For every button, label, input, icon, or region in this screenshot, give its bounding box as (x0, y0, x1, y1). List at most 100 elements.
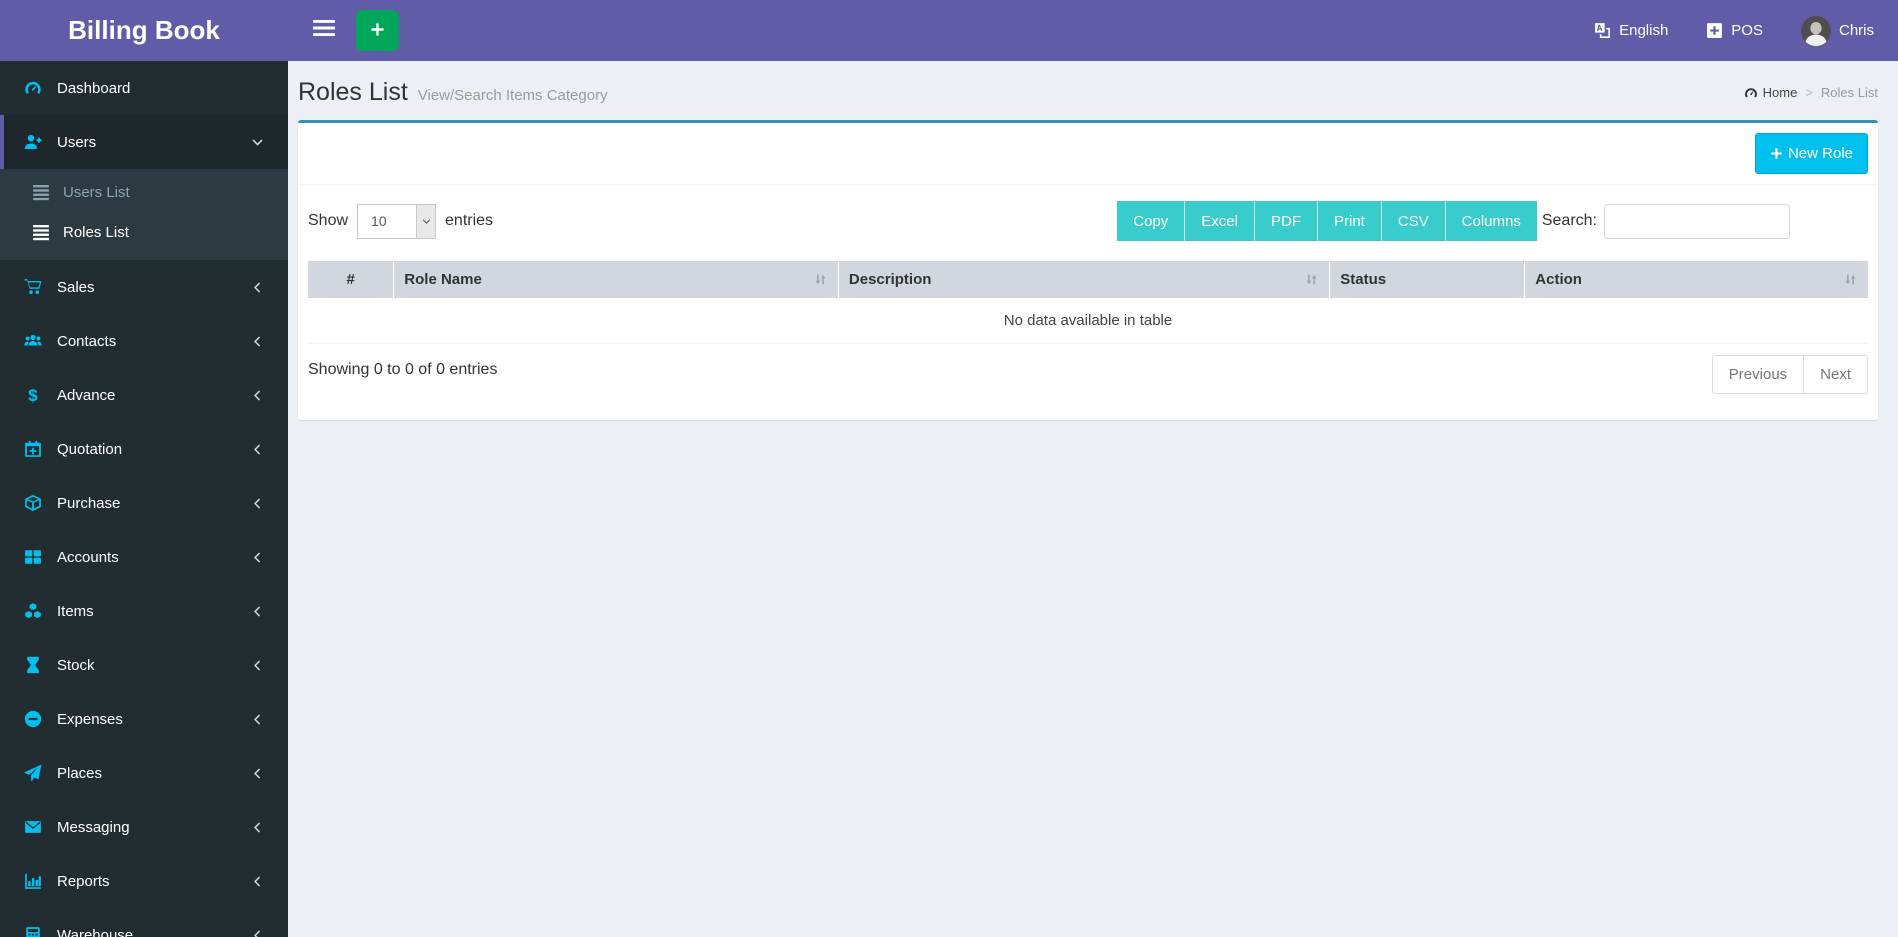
language-menu[interactable]: English (1594, 22, 1668, 39)
sidebar-item-messaging[interactable]: Messaging (0, 800, 288, 854)
cart-icon (24, 278, 44, 296)
table-empty-row: No data available in table (308, 298, 1868, 344)
sidebar-toggle-button[interactable] (306, 11, 342, 51)
avatar (1800, 15, 1831, 46)
sidebar-item-reports[interactable]: Reports (0, 854, 288, 908)
previous-page-button[interactable]: Previous (1711, 355, 1805, 394)
roles-table: # Role Name Description Status Action No… (308, 261, 1868, 344)
paper-plane-icon (24, 764, 44, 782)
sidebar-item-purchase[interactable]: Purchase (0, 476, 288, 530)
sidebar-item-label: Advance (57, 386, 116, 404)
pagination: Previous Next (1711, 355, 1868, 394)
sidebar-item-places[interactable]: Places (0, 746, 288, 800)
empty-message: No data available in table (308, 298, 1868, 344)
search-input[interactable] (1604, 203, 1790, 239)
pos-label: POS (1731, 22, 1763, 39)
chevron-left-icon (251, 281, 264, 294)
sidebar-subitem-label: Roles List (63, 223, 129, 241)
plus-icon (1770, 147, 1783, 160)
card-body: Show 10 entries Copy Excel PDF Print CSV Colu… (298, 185, 1878, 420)
sidebar-item-quotation[interactable]: Quotation (0, 422, 288, 476)
app-logo[interactable]: Billing Book (0, 0, 288, 61)
column-header-description[interactable]: Description (837, 261, 1330, 298)
sidebar-item-stock[interactable]: Stock (0, 638, 288, 692)
sort-icon (1843, 272, 1858, 287)
sidebar-item-expenses[interactable]: Expenses (0, 692, 288, 746)
chevron-left-icon (251, 443, 264, 456)
export-csv-button[interactable]: CSV (1380, 201, 1445, 241)
sidebar-item-advance[interactable]: $ Advance (0, 368, 288, 422)
toolbar-right: Copy Excel PDF Print CSV Columns Search: (1117, 201, 1790, 241)
sidebar-subitem-label: Users List (63, 183, 130, 201)
language-icon (1594, 22, 1611, 39)
hamburger-icon (313, 19, 335, 42)
sidebar-subitem-users-list[interactable]: Users List (0, 172, 288, 212)
sidebar-item-label: Users (57, 133, 97, 151)
sidebar-item-label: Dashboard (57, 79, 131, 97)
plus-icon (370, 22, 385, 40)
sidebar-item-label: Items (57, 602, 94, 620)
sidebar-item-sales[interactable]: Sales (0, 260, 288, 314)
dashboard-icon (1744, 86, 1758, 100)
breadcrumb-separator: > (1805, 85, 1813, 100)
next-page-button[interactable]: Next (1804, 355, 1868, 394)
sidebar-item-label: Accounts (57, 548, 119, 566)
new-role-button[interactable]: New Role (1754, 133, 1868, 174)
sidebar-item-label: Sales (57, 278, 95, 296)
sidebar-item-label: Expenses (57, 710, 123, 728)
breadcrumb-current: Roles List (1820, 85, 1878, 100)
sidebar-item-label: Stock (57, 656, 95, 674)
breadcrumb-home-link[interactable]: Home (1744, 85, 1797, 100)
envelope-icon (24, 818, 44, 836)
sidebar-item-label: Contacts (57, 332, 117, 350)
new-role-label: New Role (1787, 145, 1853, 162)
sidebar-item-dashboard[interactable]: Dashboard (0, 61, 288, 115)
dollar-icon: $ (24, 386, 44, 404)
export-copy-button[interactable]: Copy (1117, 201, 1185, 241)
sidebar-submenu: Users List Roles List (0, 169, 288, 260)
export-button-group: Copy Excel PDF Print CSV Columns (1117, 201, 1537, 241)
table-header-row: # Role Name Description Status Action (308, 261, 1868, 298)
quick-add-button[interactable] (356, 10, 399, 51)
sidebar-item-accounts[interactable]: Accounts (0, 530, 288, 584)
export-excel-button[interactable]: Excel (1184, 201, 1254, 241)
sort-icon (1304, 272, 1319, 287)
dashboard-icon (24, 79, 44, 97)
sidebar-item-warehouse[interactable]: Warehouse (0, 908, 288, 937)
chevron-down-icon (416, 204, 436, 238)
breadcrumb: Home > Roles List (1744, 85, 1878, 100)
calculator-icon (24, 926, 44, 937)
pos-button[interactable]: POS (1706, 22, 1763, 39)
chevron-left-icon (251, 497, 264, 510)
user-name: Chris (1838, 22, 1874, 39)
export-pdf-button[interactable]: PDF (1253, 201, 1317, 241)
sidebar-item-contacts[interactable]: Contacts (0, 314, 288, 368)
export-columns-button[interactable]: Columns (1444, 201, 1537, 241)
roles-card: New Role Show 10 entries Copy Excel PDF Pri… (298, 120, 1878, 420)
show-label: Show (308, 212, 349, 229)
list-icon (32, 223, 52, 241)
column-header--: # (308, 261, 394, 298)
chevron-left-icon (251, 389, 264, 402)
page-title: Roles List (298, 78, 408, 106)
search-label: Search: (1541, 212, 1597, 229)
sidebar-item-users[interactable]: Users (0, 115, 288, 169)
search-control: Search: (1541, 203, 1790, 239)
column-header-action[interactable]: Action (1524, 261, 1868, 298)
card-header: New Role (298, 123, 1878, 185)
user-plus-icon (24, 133, 44, 151)
page-size-control: Show 10 entries (308, 203, 493, 239)
top-navbar: Billing Book English POS Chris (0, 0, 1898, 61)
hourglass-icon (24, 656, 44, 674)
export-print-button[interactable]: Print (1316, 201, 1381, 241)
user-menu[interactable]: Chris (1800, 15, 1874, 46)
column-header-role-name[interactable]: Role Name (393, 261, 839, 298)
cube-icon (24, 494, 44, 512)
sidebar-item-items[interactable]: Items (0, 584, 288, 638)
bar-chart-icon (24, 872, 44, 890)
sidebar-item-label: Quotation (57, 440, 123, 458)
sidebar-subitem-roles-list[interactable]: Roles List (0, 212, 288, 252)
chevron-left-icon (251, 551, 264, 564)
page-size-select[interactable]: 10 (357, 203, 437, 239)
svg-text:$: $ (28, 386, 38, 404)
